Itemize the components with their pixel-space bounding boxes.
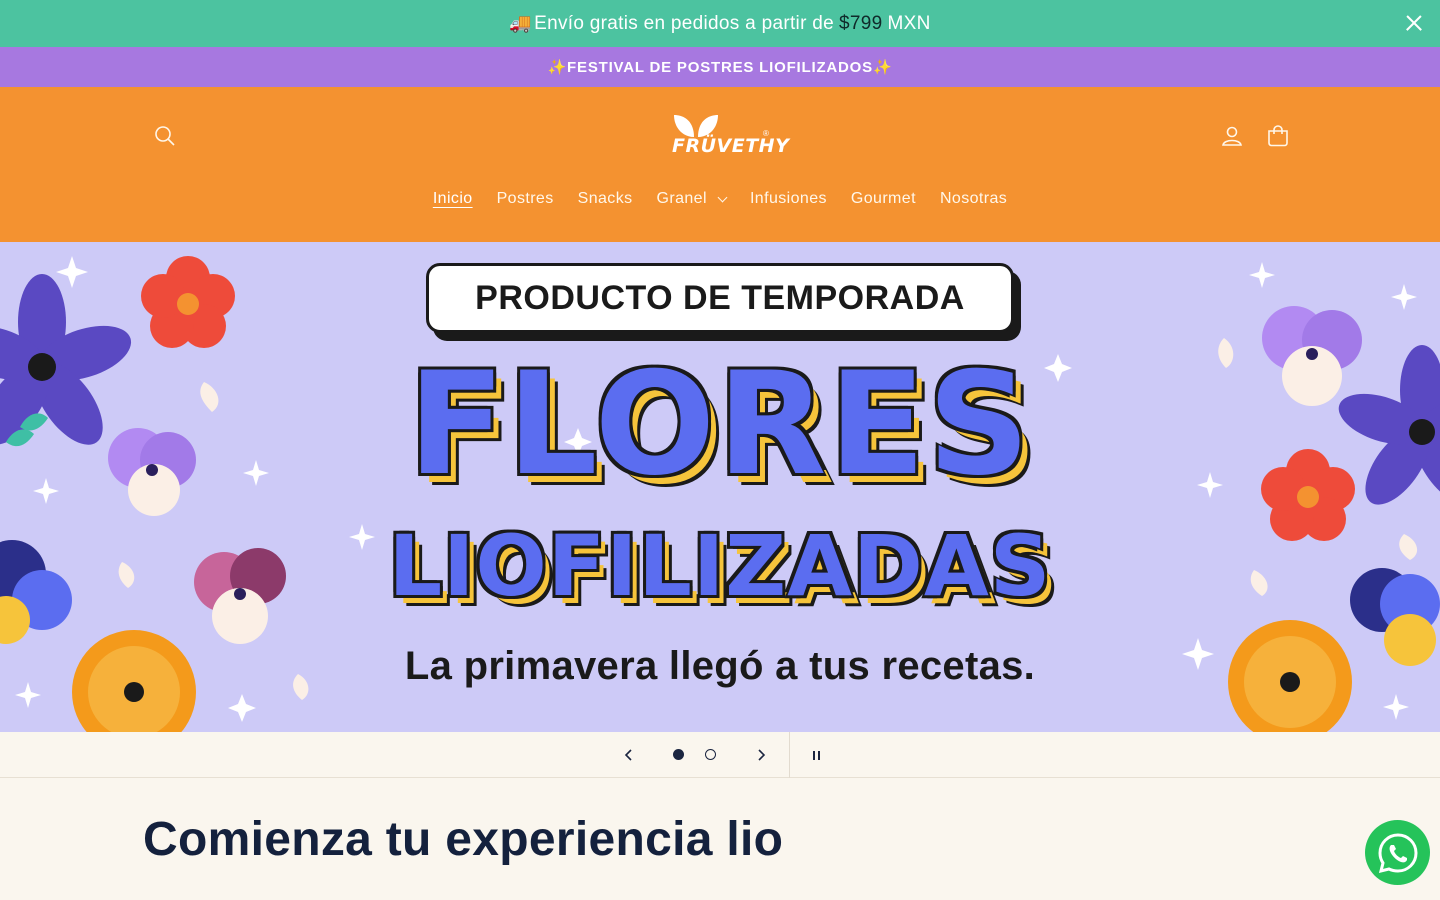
promo-text: FESTIVAL DE POSTRES LIOFILIZADOS [567, 58, 873, 76]
site-header: FRÜVETHY ® Inicio Postres Snacks Granel … [0, 87, 1440, 242]
slide-dot-2[interactable] [705, 749, 716, 760]
next-slide-button[interactable] [746, 740, 776, 770]
nav-item-granel[interactable]: Granel [645, 185, 738, 213]
announcement-price: $799 [839, 12, 883, 34]
slide-dot-1[interactable] [673, 749, 684, 760]
announcement-bar: 🚚 Envío gratis en pedidos a partir de $7… [0, 0, 1440, 47]
truck-icon: 🚚 [509, 13, 533, 33]
nav-item-gourmet[interactable]: Gourmet [839, 185, 928, 213]
previous-slide-button[interactable] [614, 740, 644, 770]
close-icon[interactable] [1402, 11, 1426, 35]
announcement-currency: MXN [887, 12, 931, 34]
promo-bar[interactable]: ✨ FESTIVAL DE POSTRES LIOFILIZADOS ✨ [0, 47, 1440, 87]
main-nav: Inicio Postres Snacks Granel Infusiones … [0, 185, 1440, 213]
sparkle-icon: ✨ [872, 59, 893, 76]
slider-controls [0, 732, 1440, 778]
chevron-left-icon [624, 749, 632, 761]
hero-headline-2: LIOFILIZADAS [388, 517, 1052, 615]
nav-item-snacks[interactable]: Snacks [566, 185, 645, 213]
sparkle-icon: ✨ [547, 59, 568, 76]
announcement-text: Envío gratis en pedidos a partir de [534, 12, 835, 34]
logo[interactable]: FRÜVETHY ® [664, 113, 789, 163]
chevron-down-icon [717, 192, 728, 202]
section-title: Comienza tu experiencia lio [143, 813, 784, 866]
search-icon[interactable] [145, 116, 185, 156]
nav-item-nosotras[interactable]: Nosotras [928, 185, 1019, 213]
whatsapp-icon[interactable] [1365, 820, 1430, 885]
logo-registered-mark: ® [763, 129, 769, 138]
hero-banner[interactable]: PRODUCTO DE TEMPORADA FLORES LIOFILIZADA… [0, 242, 1440, 732]
nav-item-infusiones[interactable]: Infusiones [738, 185, 839, 213]
nav-item-label: Granel [656, 190, 707, 207]
account-icon[interactable] [1212, 116, 1252, 156]
pause-icon[interactable] [803, 740, 829, 770]
cart-icon[interactable] [1258, 116, 1298, 156]
hero-headline-1: FLORES [408, 342, 1032, 507]
chevron-right-icon [758, 749, 766, 761]
nav-item-postres[interactable]: Postres [485, 185, 566, 213]
season-badge: PRODUCTO DE TEMPORADA [426, 263, 1014, 333]
hero-tagline: La primavera llegó a tus recetas. [404, 644, 1036, 688]
logo-text: FRÜVETHY [672, 135, 790, 157]
nav-item-inicio[interactable]: Inicio [421, 185, 485, 213]
controls-divider [789, 732, 790, 778]
